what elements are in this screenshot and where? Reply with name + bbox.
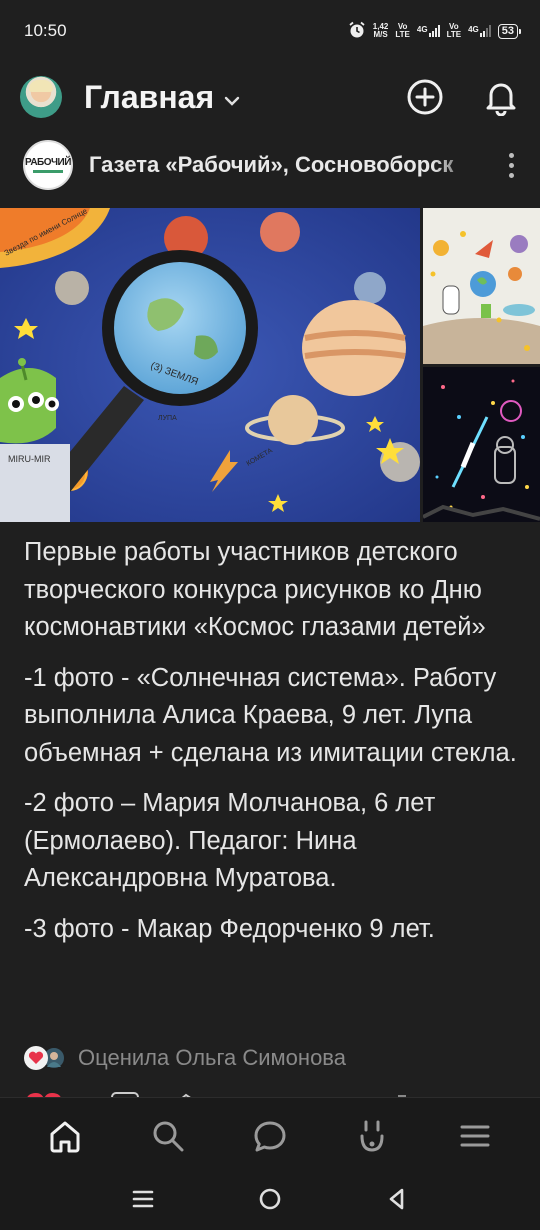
battery-icon: 53 <box>497 23 522 39</box>
sim2-signal: 4G <box>468 25 491 37</box>
chevron-down-icon <box>224 90 240 111</box>
photo-solar-system[interactable]: Звезда по имени Солнце (3) ЗЕМЛЯ ЛУПА КО… <box>0 208 420 522</box>
net-speed-unit: M/S <box>373 30 388 39</box>
status-time: 10:50 <box>24 21 67 40</box>
sim2-gen: 4G <box>468 25 479 34</box>
post-author-row[interactable]: РАБОЧИЙ Газета «Рабочий», Сосновоборск <box>0 136 540 194</box>
photo-label-lupa: ЛУПА <box>158 415 177 422</box>
more-vert-icon[interactable] <box>503 147 520 184</box>
sim1-volte: Vo LTE <box>395 23 410 39</box>
search-icon[interactable] <box>143 1111 193 1161</box>
sim2-lte: LTE <box>446 30 462 39</box>
likes-text[interactable]: Оценила Ольга Симонова <box>78 1045 346 1071</box>
system-navigation <box>0 1173 540 1230</box>
sim1-gen: 4G <box>416 25 428 34</box>
sim1-signal: 4G <box>417 25 440 37</box>
avatar[interactable] <box>20 76 62 118</box>
home-button-icon[interactable] <box>257 1186 283 1217</box>
photo-space-drawing-3[interactable] <box>423 367 540 522</box>
signal-icon <box>479 25 491 37</box>
recent-apps-icon[interactable] <box>130 1186 156 1217</box>
header-actions <box>406 78 520 116</box>
feed-selector[interactable]: Главная <box>84 79 240 116</box>
bell-icon[interactable] <box>482 78 520 116</box>
post-paragraph-3: -2 фото – Мария Молчанова, 6 лет (Ермола… <box>24 789 436 892</box>
menu-icon[interactable] <box>450 1111 500 1161</box>
photo-label-miru: MIRU-MIR <box>8 454 51 464</box>
post-text: Первые работы участников детского творче… <box>24 534 520 961</box>
status-bar: 10:50 1,42 M/S Vo LTE 4G Vo LTE 4G 53 <box>0 0 540 62</box>
reactions-row[interactable]: Оценила Ольга Симонова <box>24 1040 346 1076</box>
signal-icon <box>428 25 440 37</box>
post-paragraph-4: -3 фото - Макар Федорченко 9 лет. <box>24 914 435 943</box>
photo-grid: Звезда по имени Солнце (3) ЗЕМЛЯ ЛУПА КО… <box>0 208 540 522</box>
net-speed: 1,42 M/S <box>373 23 389 39</box>
alarm-icon <box>348 21 366 41</box>
post-paragraph-2: -1 фото - «Солнечная система». Работу вы… <box>24 663 517 767</box>
home-icon[interactable] <box>40 1111 90 1161</box>
app-header: Главная <box>0 62 540 132</box>
services-icon[interactable] <box>347 1111 397 1161</box>
bottom-navigation <box>0 1097 540 1173</box>
status-icons: 1,42 M/S Vo LTE 4G Vo LTE 4G 53 <box>348 21 522 41</box>
logo-text: РАБОЧИЙ <box>25 157 71 168</box>
battery-level: 53 <box>501 25 514 37</box>
heart-icon <box>24 1046 48 1070</box>
group-logo[interactable]: РАБОЧИЙ <box>23 140 73 190</box>
page-title: Главная <box>84 78 215 115</box>
post-paragraph-1: Первые работы участников детского творче… <box>24 538 486 641</box>
messages-icon[interactable] <box>245 1111 295 1161</box>
sim2-volte: Vo LTE <box>447 23 462 39</box>
sim1-lte: LTE <box>395 30 410 39</box>
photo-space-drawing-2[interactable] <box>423 208 540 364</box>
group-name[interactable]: Газета «Рабочий», Сосновоборск <box>89 152 479 178</box>
add-circle-icon[interactable] <box>406 78 444 116</box>
back-icon[interactable] <box>384 1186 410 1217</box>
